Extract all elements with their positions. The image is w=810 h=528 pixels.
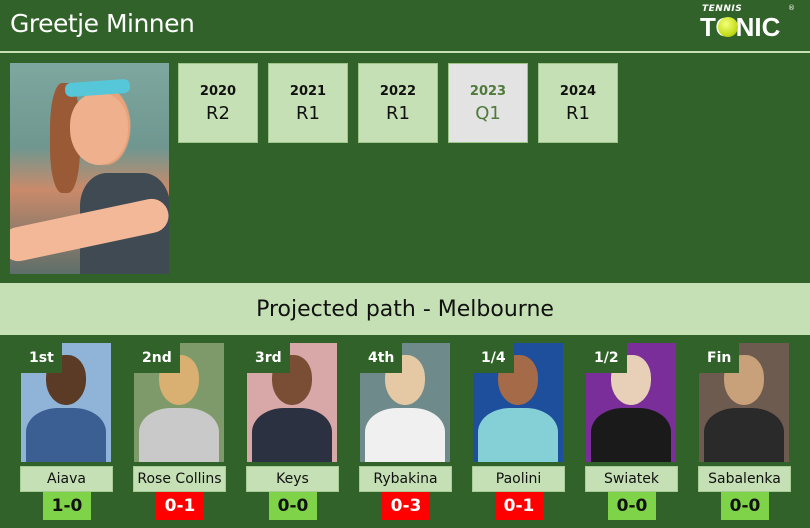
- opponent-name: Paolini: [472, 466, 565, 492]
- round-label: 1/4: [473, 343, 514, 373]
- opponent-name: Swiatek: [585, 466, 678, 492]
- round-label: 1/2: [586, 343, 627, 373]
- head-to-head-score: 0-0: [269, 492, 317, 520]
- tournament-history: 2020 R2 2021 R1 2022 R1 2023 Q1 2024 R1: [178, 63, 618, 143]
- history-result: Q1: [475, 103, 501, 124]
- history-card-2023: 2023 Q1: [448, 63, 528, 143]
- history-year: 2021: [289, 84, 327, 99]
- history-year: 2024: [559, 84, 597, 99]
- round-label: 1st: [21, 343, 62, 373]
- head-to-head-score: 0-0: [608, 492, 656, 520]
- history-card-2020: 2020 R2: [178, 63, 258, 143]
- history-result: R2: [206, 103, 230, 124]
- history-year: 2022: [379, 84, 417, 99]
- tennis-ball-icon: [718, 17, 738, 37]
- projected-path-title: Projected path - Melbourne: [256, 296, 554, 322]
- round-label: Fin: [699, 343, 740, 373]
- round-label: 3rd: [247, 343, 290, 373]
- history-result: R1: [566, 103, 590, 124]
- opponent-name: Keys: [246, 466, 339, 492]
- title-divider: [0, 51, 810, 53]
- history-result: R1: [296, 103, 320, 124]
- head-to-head-score: 0-3: [382, 492, 430, 520]
- head-to-head-score: 1-0: [43, 492, 91, 520]
- head-to-head-score: 0-1: [495, 492, 543, 520]
- history-year: 2020: [199, 84, 237, 99]
- opponent-name: Aiava: [20, 466, 113, 492]
- registered-mark: ®: [788, 4, 795, 12]
- history-result: R1: [386, 103, 410, 124]
- logo-tonic-text: TONIC: [700, 12, 781, 42]
- history-year: 2023: [469, 84, 507, 99]
- opponent-name: Rybakina: [359, 466, 452, 492]
- opponent-name: Sabalenka: [698, 466, 791, 492]
- head-to-head-score: 0-1: [156, 492, 204, 520]
- projected-path-banner: Projected path - Melbourne: [0, 283, 810, 335]
- head-to-head-score: 0-0: [721, 492, 769, 520]
- tennis-tonic-logo[interactable]: TENNIS TONIC ®: [700, 4, 800, 44]
- history-card-2021: 2021 R1: [268, 63, 348, 143]
- history-card-2024: 2024 R1: [538, 63, 618, 143]
- round-label: 2nd: [134, 343, 180, 373]
- round-label: 4th: [360, 343, 403, 373]
- player-name-title: Greetje Minnen: [10, 9, 195, 38]
- opponent-list: 1st Aiava 1-0 2nd Rose Collins 0-1 3rd K…: [0, 343, 810, 523]
- history-card-2022: 2022 R1: [358, 63, 438, 143]
- player-photo: [10, 63, 169, 274]
- opponent-name: Rose Collins: [133, 466, 226, 492]
